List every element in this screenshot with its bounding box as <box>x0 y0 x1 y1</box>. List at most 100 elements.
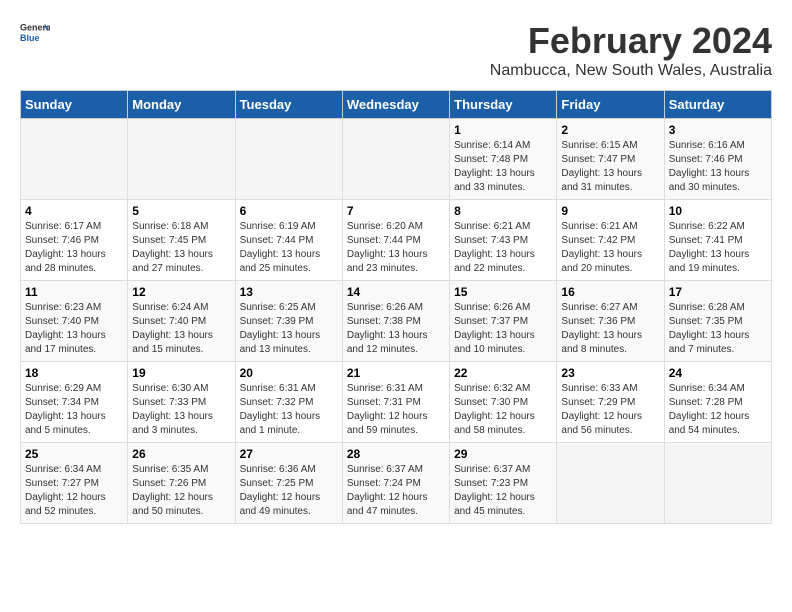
day-number: 19 <box>132 366 230 380</box>
header-day-tuesday: Tuesday <box>235 91 342 119</box>
day-number: 23 <box>561 366 659 380</box>
calendar-cell: 25 Sunrise: 6:34 AMSunset: 7:27 PMDayligh… <box>21 443 128 524</box>
day-number: 14 <box>347 285 445 299</box>
day-info: Sunrise: 6:27 AMSunset: 7:36 PMDaylight:… <box>561 301 659 357</box>
day-info: Sunrise: 6:23 AMSunset: 7:40 PMDaylight:… <box>25 301 123 357</box>
calendar-cell <box>128 119 235 200</box>
calendar-cell: 13 Sunrise: 6:25 AMSunset: 7:39 PMDayligh… <box>235 281 342 362</box>
day-info: Sunrise: 6:37 AMSunset: 7:24 PMDaylight:… <box>347 463 445 519</box>
subtitle: Nambucca, New South Wales, Australia <box>490 62 772 80</box>
day-info: Sunrise: 6:26 AMSunset: 7:37 PMDaylight:… <box>454 301 552 357</box>
calendar-cell: 21Sunrise: 6:31 AMSunset: 7:31 PMDayligh… <box>342 362 449 443</box>
day-info: Sunrise: 6:22 AMSunset: 7:41 PMDaylight:… <box>669 220 767 276</box>
day-info: Sunrise: 6:34 AMSunset: 7:27 PMDaylight:… <box>25 463 123 519</box>
header-day-sunday: Sunday <box>21 91 128 119</box>
logo-icon: General Blue <box>20 20 50 50</box>
day-info: Sunrise: 6:26 AMSunset: 7:38 PMDaylight:… <box>347 301 445 357</box>
day-number: 5 <box>132 204 230 218</box>
day-number: 15 <box>454 285 552 299</box>
day-number: 26 <box>132 447 230 461</box>
day-number: 24 <box>669 366 767 380</box>
svg-text:Blue: Blue <box>20 33 40 43</box>
title-section: February 2024 Nambucca, New South Wales,… <box>490 20 772 80</box>
day-info: Sunrise: 6:37 AMSunset: 7:23 PMDaylight:… <box>454 463 552 519</box>
calendar-cell: 5Sunrise: 6:18 AMSunset: 7:45 PMDaylight… <box>128 200 235 281</box>
day-number: 18 <box>25 366 123 380</box>
day-number: 20 <box>240 366 338 380</box>
day-info: Sunrise: 6:29 AMSunset: 7:34 PMDaylight:… <box>25 382 123 438</box>
day-info: Sunrise: 6:21 AMSunset: 7:43 PMDaylight:… <box>454 220 552 276</box>
header-day-saturday: Saturday <box>664 91 771 119</box>
calendar-cell: 26 Sunrise: 6:35 AMSunset: 7:26 PMDayligh… <box>128 443 235 524</box>
calendar-cell <box>557 443 664 524</box>
logo: General Blue <box>20 20 50 50</box>
day-info: Sunrise: 6:25 AMSunset: 7:39 PMDaylight:… <box>240 301 338 357</box>
calendar-cell: 18 Sunrise: 6:29 AMSunset: 7:34 PMDayligh… <box>21 362 128 443</box>
day-info: Sunrise: 6:20 AMSunset: 7:44 PMDaylight:… <box>347 220 445 276</box>
day-info: Sunrise: 6:32 AMSunset: 7:30 PMDaylight:… <box>454 382 552 438</box>
calendar-cell: 27 Sunrise: 6:36 AMSunset: 7:25 PMDayligh… <box>235 443 342 524</box>
day-info: Sunrise: 6:19 AMSunset: 7:44 PMDaylight:… <box>240 220 338 276</box>
calendar-cell: 28 Sunrise: 6:37 AMSunset: 7:24 PMDayligh… <box>342 443 449 524</box>
day-info: Sunrise: 6:36 AMSunset: 7:25 PMDaylight:… <box>240 463 338 519</box>
calendar-cell: 4 Sunrise: 6:17 AMSunset: 7:46 PMDaylight… <box>21 200 128 281</box>
calendar-cell: 12Sunrise: 6:24 AMSunset: 7:40 PMDayligh… <box>128 281 235 362</box>
week-row-1: 1 Sunrise: 6:14 AMSunset: 7:48 PMDaylight… <box>21 119 772 200</box>
day-info: Sunrise: 6:35 AMSunset: 7:26 PMDaylight:… <box>132 463 230 519</box>
week-row-2: 4 Sunrise: 6:17 AMSunset: 7:46 PMDaylight… <box>21 200 772 281</box>
day-info: Sunrise: 6:33 AMSunset: 7:29 PMDaylight:… <box>561 382 659 438</box>
day-number: 9 <box>561 204 659 218</box>
calendar-cell: 3Sunrise: 6:16 AMSunset: 7:46 PMDaylight… <box>664 119 771 200</box>
calendar-cell: 17 Sunrise: 6:28 AMSunset: 7:35 PMDayligh… <box>664 281 771 362</box>
day-number: 28 <box>347 447 445 461</box>
calendar-cell: 20Sunrise: 6:31 AMSunset: 7:32 PMDayligh… <box>235 362 342 443</box>
calendar-cell: 15 Sunrise: 6:26 AMSunset: 7:37 PMDayligh… <box>450 281 557 362</box>
header-day-thursday: Thursday <box>450 91 557 119</box>
week-row-3: 11 Sunrise: 6:23 AMSunset: 7:40 PMDayligh… <box>21 281 772 362</box>
calendar-cell: 14 Sunrise: 6:26 AMSunset: 7:38 PMDayligh… <box>342 281 449 362</box>
day-number: 1 <box>454 123 552 137</box>
calendar-cell: 24 Sunrise: 6:34 AMSunset: 7:28 PMDayligh… <box>664 362 771 443</box>
calendar-cell <box>342 119 449 200</box>
calendar-cell: 16 Sunrise: 6:27 AMSunset: 7:36 PMDayligh… <box>557 281 664 362</box>
day-info: Sunrise: 6:17 AMSunset: 7:46 PMDaylight:… <box>25 220 123 276</box>
calendar-cell: 7 Sunrise: 6:20 AMSunset: 7:44 PMDaylight… <box>342 200 449 281</box>
day-number: 2 <box>561 123 659 137</box>
day-number: 13 <box>240 285 338 299</box>
day-number: 25 <box>25 447 123 461</box>
calendar-cell: 19 Sunrise: 6:30 AMSunset: 7:33 PMDayligh… <box>128 362 235 443</box>
day-number: 17 <box>669 285 767 299</box>
day-info: Sunrise: 6:34 AMSunset: 7:28 PMDaylight:… <box>669 382 767 438</box>
calendar-cell <box>235 119 342 200</box>
calendar-cell: 1 Sunrise: 6:14 AMSunset: 7:48 PMDaylight… <box>450 119 557 200</box>
day-info: Sunrise: 6:21 AMSunset: 7:42 PMDaylight:… <box>561 220 659 276</box>
calendar-cell: 11 Sunrise: 6:23 AMSunset: 7:40 PMDayligh… <box>21 281 128 362</box>
day-number: 8 <box>454 204 552 218</box>
header-day-friday: Friday <box>557 91 664 119</box>
day-number: 16 <box>561 285 659 299</box>
header-day-wednesday: Wednesday <box>342 91 449 119</box>
day-number: 12 <box>132 285 230 299</box>
calendar-cell: 2 Sunrise: 6:15 AMSunset: 7:47 PMDaylight… <box>557 119 664 200</box>
main-title: February 2024 <box>490 20 772 62</box>
day-info: Sunrise: 6:15 AMSunset: 7:47 PMDaylight:… <box>561 139 659 195</box>
day-info: Sunrise: 6:14 AMSunset: 7:48 PMDaylight:… <box>454 139 552 195</box>
day-number: 6 <box>240 204 338 218</box>
day-number: 10 <box>669 204 767 218</box>
day-info: Sunrise: 6:30 AMSunset: 7:33 PMDaylight:… <box>132 382 230 438</box>
day-number: 27 <box>240 447 338 461</box>
day-number: 29 <box>454 447 552 461</box>
week-row-5: 25 Sunrise: 6:34 AMSunset: 7:27 PMDayligh… <box>21 443 772 524</box>
day-number: 11 <box>25 285 123 299</box>
header: General Blue February 2024 Nambucca, New… <box>20 20 772 80</box>
day-info: Sunrise: 6:31 AMSunset: 7:31 PMDaylight:… <box>347 382 445 438</box>
day-number: 4 <box>25 204 123 218</box>
calendar-cell <box>664 443 771 524</box>
calendar-cell: 9 Sunrise: 6:21 AMSunset: 7:42 PMDaylight… <box>557 200 664 281</box>
day-number: 7 <box>347 204 445 218</box>
day-info: Sunrise: 6:28 AMSunset: 7:35 PMDaylight:… <box>669 301 767 357</box>
calendar-cell: 23 Sunrise: 6:33 AMSunset: 7:29 PMDayligh… <box>557 362 664 443</box>
calendar-cell: 10 Sunrise: 6:22 AMSunset: 7:41 PMDayligh… <box>664 200 771 281</box>
calendar-cell: 29 Sunrise: 6:37 AMSunset: 7:23 PMDayligh… <box>450 443 557 524</box>
calendar-cell: 6 Sunrise: 6:19 AMSunset: 7:44 PMDaylight… <box>235 200 342 281</box>
